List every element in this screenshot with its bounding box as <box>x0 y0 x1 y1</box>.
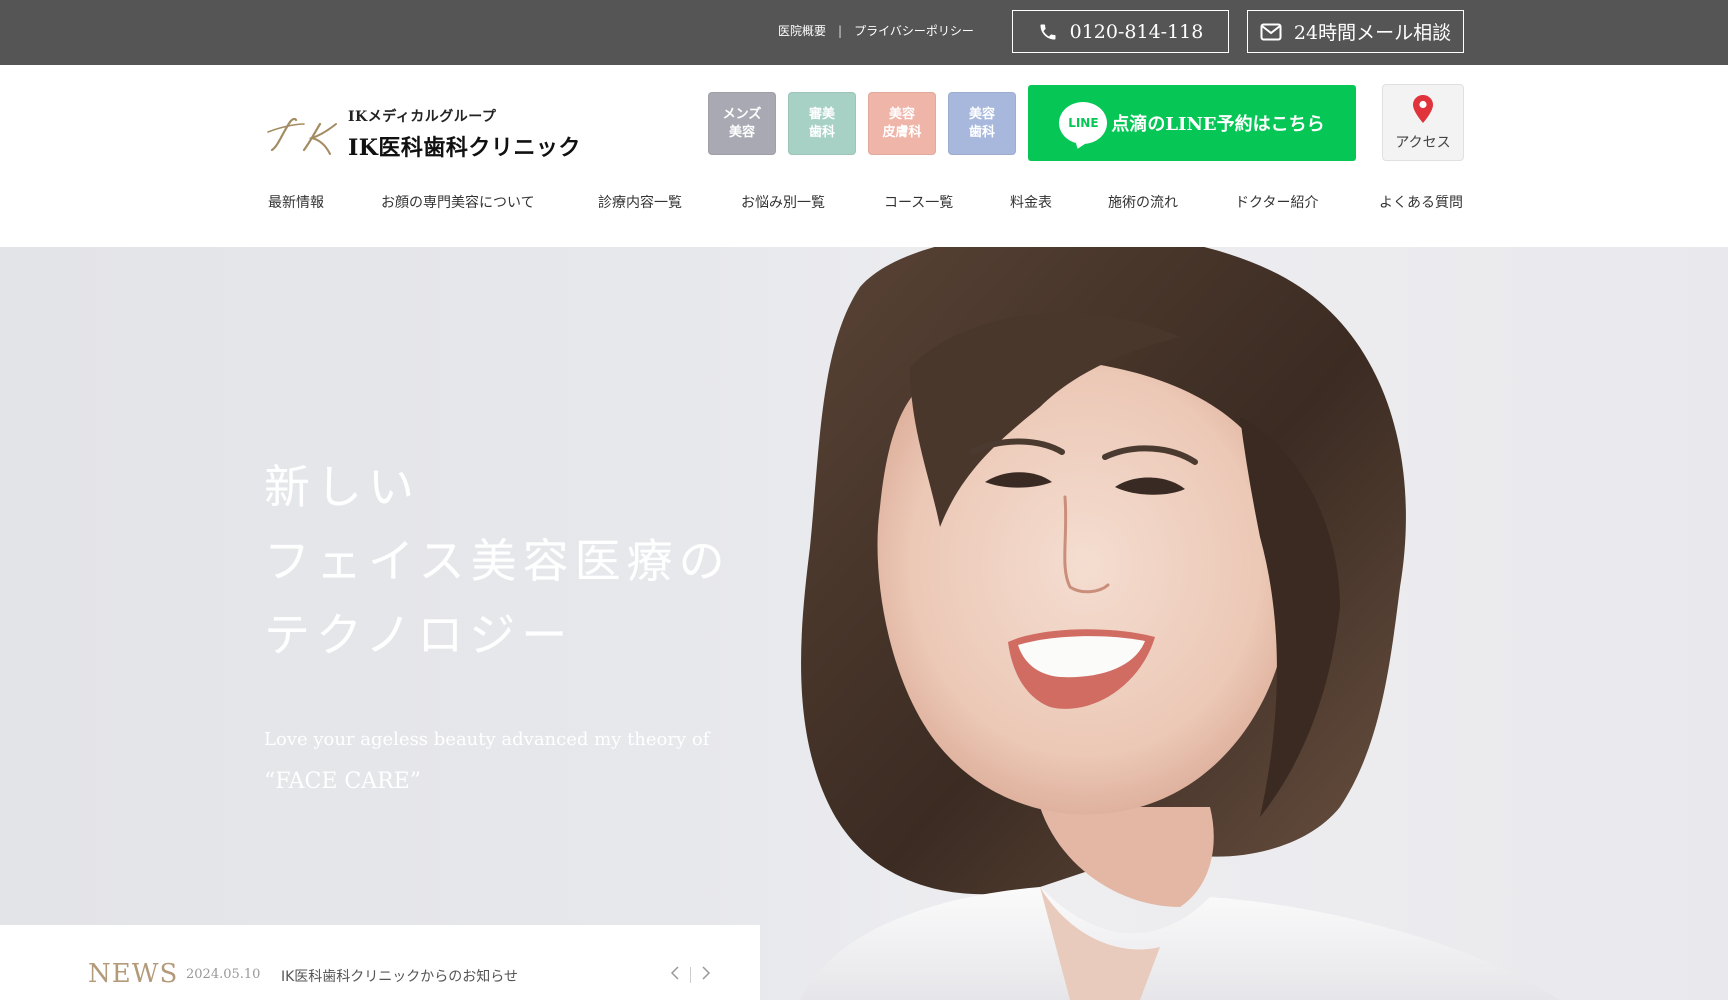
line-reservation-button[interactable]: LINE 点滴のLINE予約はこちら <box>1028 85 1356 161</box>
category-label-line2: 歯科 <box>808 124 835 140</box>
news-date: 2024.05.10 <box>186 967 261 982</box>
phone-button[interactable]: 0120-814-118 <box>1012 10 1229 53</box>
logo-group-name: IKメディカルグループ <box>348 109 497 125</box>
mail-consult-button[interactable]: 24時間メール相談 <box>1247 10 1464 53</box>
news-pager <box>670 965 711 984</box>
category-label-line1: 美容 <box>968 106 995 122</box>
chevron-left-icon[interactable] <box>670 965 680 984</box>
news-pager-divider <box>690 966 691 983</box>
news-ticker: NEWS 2024.05.10 IK医科歯科クリニックからのお知らせ <box>0 925 760 1000</box>
line-logo-icon: LINE <box>1059 102 1108 144</box>
nav-item-pricing[interactable]: 料金表 <box>1010 192 1052 212</box>
hero-subtitle-line1: Love your ageless beauty advanced my the… <box>264 729 710 750</box>
hero-title-line: 新しい <box>264 460 420 514</box>
phone-icon <box>1038 22 1058 42</box>
chevron-right-icon[interactable] <box>701 965 711 984</box>
category-label-line1: メンズ <box>722 106 762 122</box>
site-logo[interactable]: IKメディカルグループ IK医科歯科クリニック <box>264 106 581 162</box>
category-label-line1: 美容 <box>888 106 915 122</box>
aesthetic-dentistry-button[interactable]: 審美 歯科 <box>788 92 856 155</box>
mens-beauty-button[interactable]: メンズ 美容 <box>708 92 776 155</box>
news-item-link[interactable]: IK医科歯科クリニックからのお知らせ <box>281 966 518 986</box>
access-label: アクセス <box>1395 134 1451 151</box>
nav-item-flow[interactable]: 施術の流れ <box>1108 192 1178 212</box>
nav-item-concerns[interactable]: お悩み別一覧 <box>741 192 825 212</box>
nav-item-news[interactable]: 最新情報 <box>268 192 324 212</box>
nav-item-doctors[interactable]: ドクター紹介 <box>1235 192 1318 212</box>
cosmetic-dentistry-button[interactable]: 美容 歯科 <box>948 92 1016 155</box>
category-label-line2: 皮膚科 <box>882 124 922 140</box>
hero-title-line: テクノロジー <box>264 608 574 662</box>
nav-item-courses[interactable]: コース一覧 <box>884 192 953 212</box>
logo-mark-icon <box>267 117 337 155</box>
category-label-line2: 歯科 <box>968 124 995 140</box>
map-pin-icon <box>1412 94 1434 132</box>
mail-icon <box>1260 23 1282 41</box>
line-reservation-label: 点滴のLINE予約はこちら <box>1111 114 1325 135</box>
global-nav: 最新情報 お顔の専門美容について 診療内容一覧 お悩み別一覧 コース一覧 料金表… <box>268 192 1468 216</box>
hero-title-line: フェイス美容医療の <box>264 534 731 588</box>
category-label-line2: 美容 <box>728 124 755 140</box>
phone-number: 0120-814-118 <box>1069 20 1204 43</box>
mail-consult-label: 24時間メール相談 <box>1293 22 1452 44</box>
category-label-line1: 審美 <box>808 106 835 122</box>
nav-item-treatments[interactable]: 診療内容一覧 <box>598 192 682 212</box>
hero-title: 新しい フェイス美容医療の テクノロジー <box>264 450 731 672</box>
top-links-divider: | <box>838 23 843 38</box>
hero-woman-photo <box>800 247 1560 1000</box>
privacy-policy-link[interactable]: プライバシーポリシー <box>854 22 974 39</box>
hero-section: 新しい フェイス美容医療の テクノロジー Love your ageless b… <box>0 247 1728 1000</box>
news-label: NEWS <box>88 959 179 989</box>
cosmetic-dermatology-button[interactable]: 美容 皮膚科 <box>868 92 936 155</box>
top-bar: 医院概要 | プライバシーポリシー 0120-814-118 24時間メール相談 <box>0 0 1728 65</box>
clinic-overview-link[interactable]: 医院概要 <box>778 22 826 39</box>
top-links: 医院概要 | プライバシーポリシー <box>778 22 974 39</box>
nav-item-faq[interactable]: よくある質問 <box>1379 192 1463 212</box>
logo-clinic-name: IK医科歯科クリニック <box>348 135 581 161</box>
nav-item-face-beauty[interactable]: お顔の専門美容について <box>381 192 535 212</box>
hero-subtitle-line2: “FACE CARE” <box>264 769 421 794</box>
hero-subtitle: Love your ageless beauty advanced my the… <box>264 719 709 803</box>
access-button[interactable]: アクセス <box>1382 84 1464 161</box>
